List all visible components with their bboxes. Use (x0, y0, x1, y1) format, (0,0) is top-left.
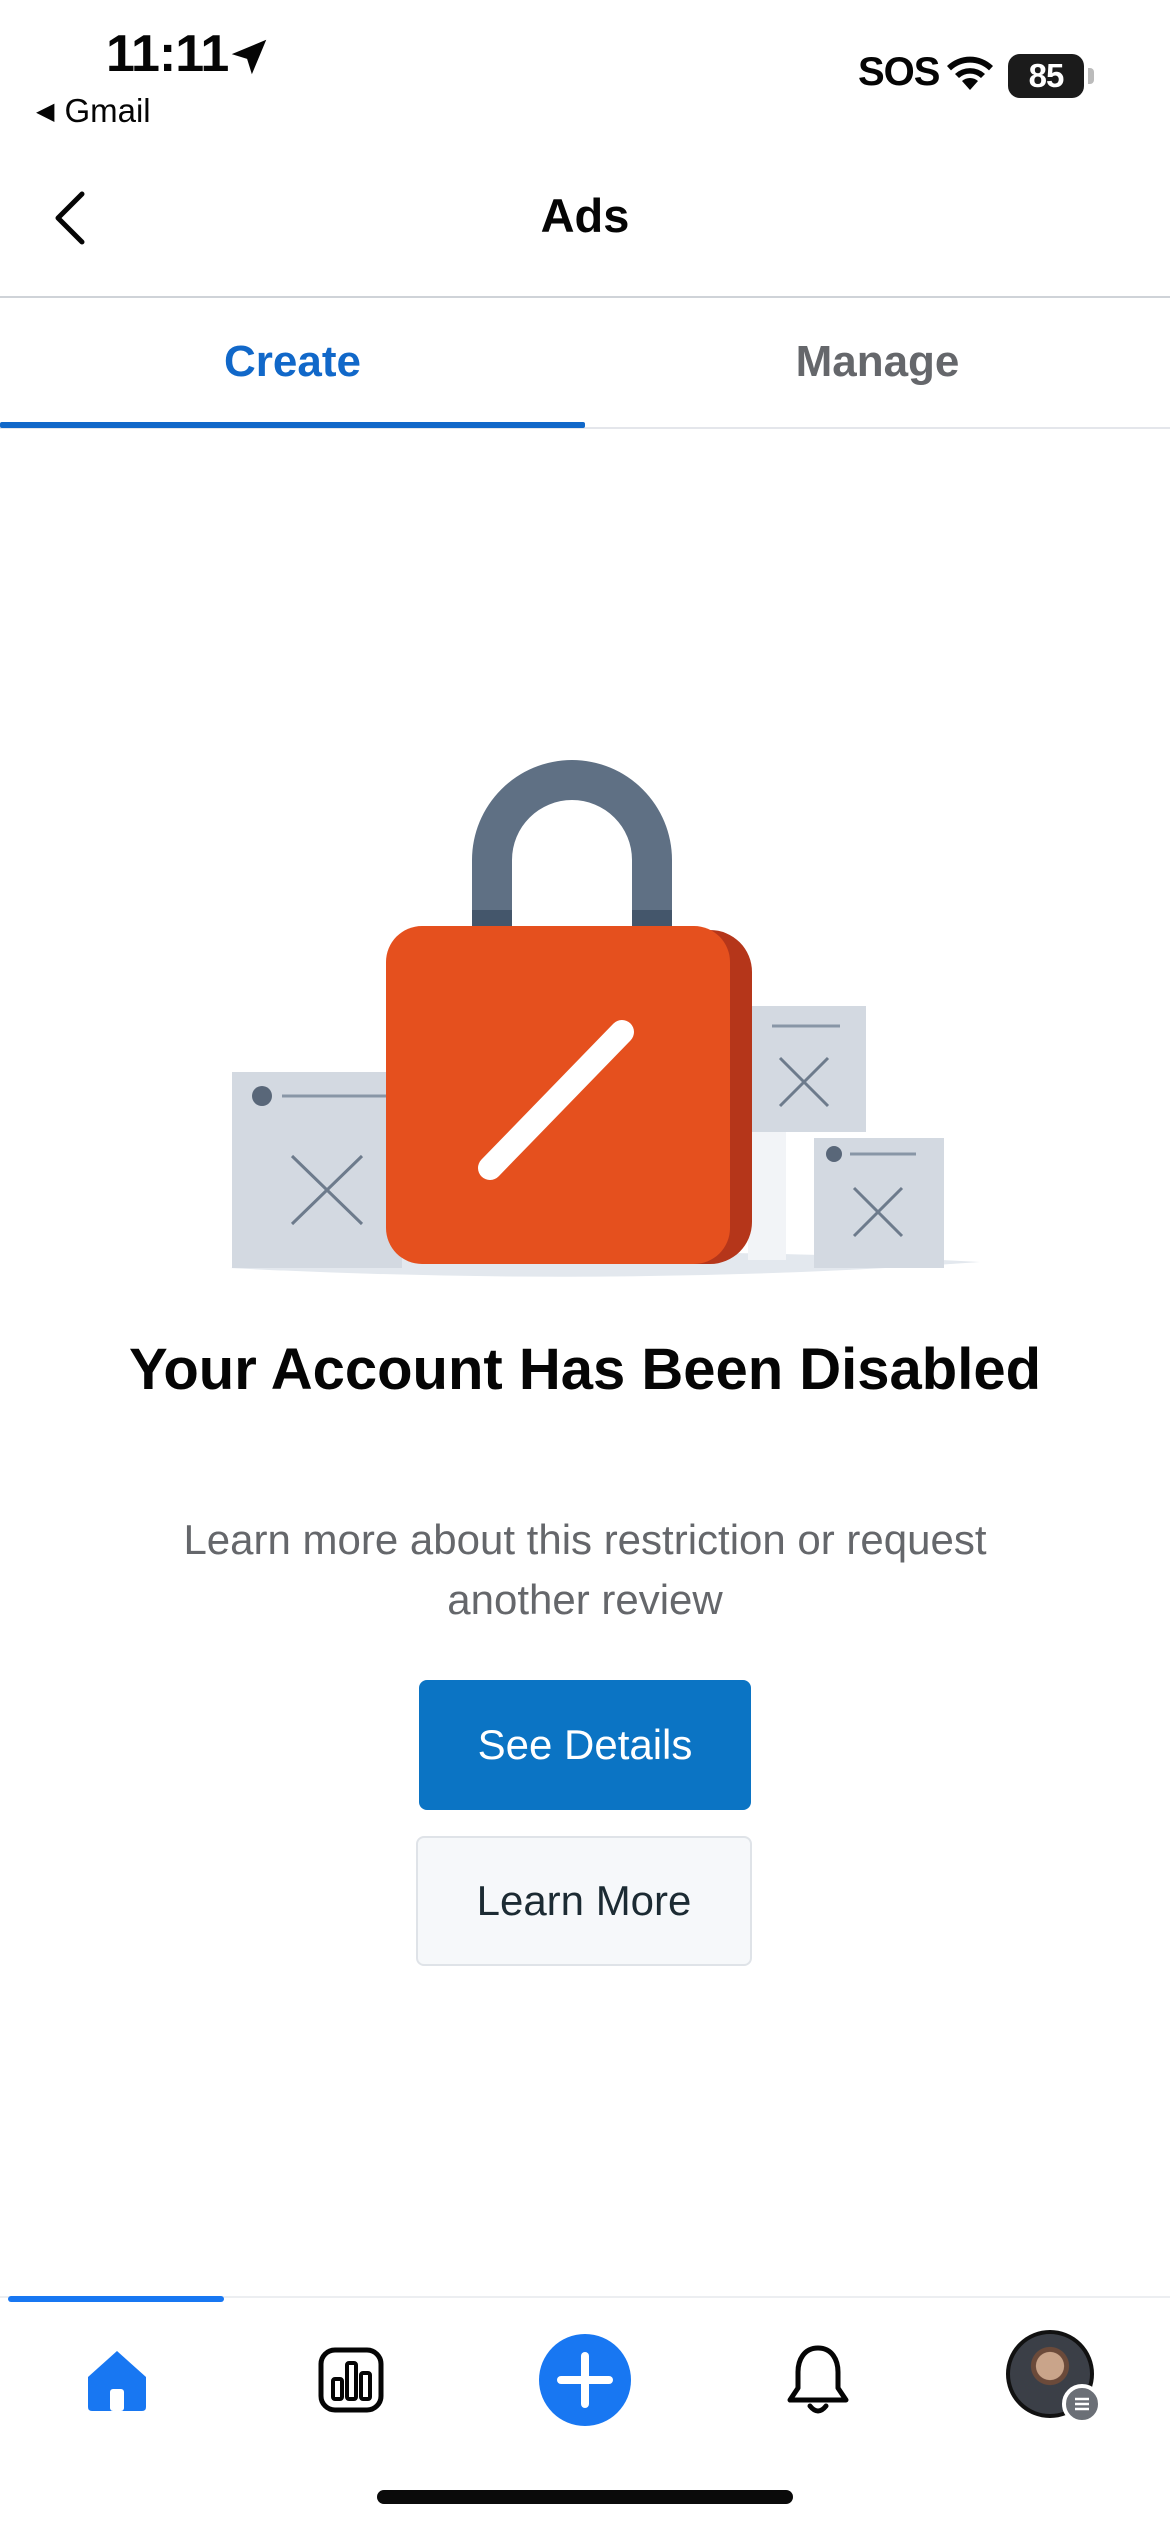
active-tab-indicator (0, 422, 585, 428)
bottom-tab-create[interactable] (525, 2320, 645, 2440)
bottom-tab-profile[interactable] (1006, 2330, 1106, 2430)
back-to-app-label: Gmail (64, 92, 151, 129)
tab-manage[interactable]: Manage (585, 298, 1170, 426)
disabled-heading: Your Account Has Been Disabled (128, 1337, 1042, 1402)
blocked-ad-card-right-back (750, 1006, 866, 1132)
insights-chart-icon (318, 2347, 384, 2413)
learn-more-button[interactable]: Learn More (416, 1836, 752, 1966)
bottom-tab-insights[interactable] (291, 2320, 411, 2440)
status-time: 11:11 (106, 25, 229, 83)
blocked-ad-card-right-front (814, 1138, 944, 1268)
tab-create[interactable]: Create (0, 298, 585, 426)
see-details-button[interactable]: See Details (419, 1680, 751, 1810)
back-triangle-icon: ◀ (36, 97, 55, 125)
notifications-bell-icon (787, 2345, 849, 2414)
home-gesture-bar (377, 2490, 793, 2504)
wifi-icon (947, 56, 993, 90)
location-arrow-icon (231, 39, 267, 75)
battery-cap (1088, 68, 1094, 84)
padlock-illustration (230, 760, 980, 1277)
blocked-ad-card-left (232, 1072, 402, 1268)
active-bottom-tab-indicator (8, 2296, 224, 2302)
restriction-description: Learn more about this restriction or req… (183, 1516, 987, 1623)
menu-badge-icon (1062, 2384, 1102, 2424)
bottom-tab-notifications[interactable] (758, 2320, 878, 2440)
home-icon (88, 2351, 146, 2411)
create-plus-icon (539, 2334, 631, 2426)
page-title: Ads (540, 189, 630, 242)
bottom-tab-home[interactable] (57, 2320, 177, 2440)
back-to-app-link[interactable]: ◀ Gmail (36, 92, 151, 130)
battery-level: 85 (1008, 54, 1084, 98)
sos-indicator: SOS (858, 50, 940, 94)
battery-indicator: 85 (1008, 54, 1094, 98)
